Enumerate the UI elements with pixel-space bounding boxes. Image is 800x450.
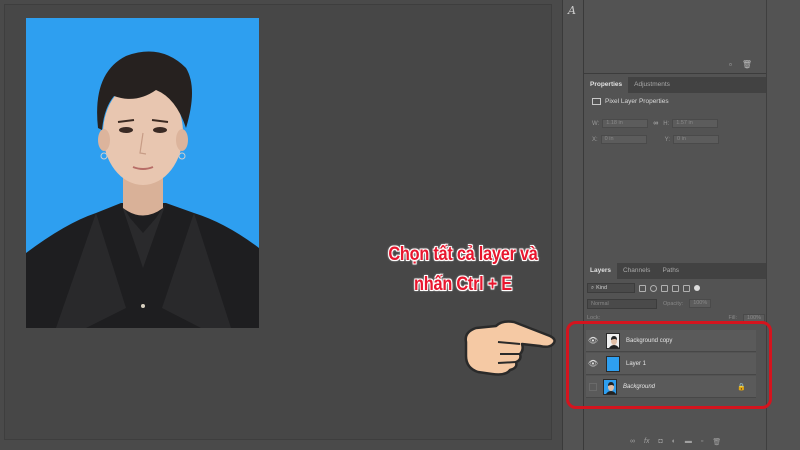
layers-footer: ∞ fx ◘ ◐ ▬ ▫ 🗑 xyxy=(630,438,721,446)
x-label: X: xyxy=(592,136,598,143)
adjustment-filter-icon[interactable] xyxy=(650,284,657,292)
properties-panel: Pixel Layer Properties W: 1.18 in ∞ H: 1… xyxy=(584,93,766,253)
height-field[interactable]: 1.57 in xyxy=(672,119,719,128)
opacity-field[interactable]: 100% xyxy=(689,299,712,308)
w-label: W: xyxy=(592,120,600,127)
search-icon: ⌕ xyxy=(591,285,595,291)
instruction-line-1: Chọn tất cả layer và xyxy=(388,244,538,265)
layers-tabbar: Layers Channels Paths xyxy=(584,263,766,279)
kind-filter-select[interactable]: ⌕ Kind xyxy=(587,283,635,293)
properties-title: Pixel Layer Properties xyxy=(605,98,669,105)
opacity-label: Opacity: xyxy=(663,300,684,307)
properties-tabbar: Properties Adjustments xyxy=(584,77,766,93)
layer-filter-bar: ⌕ Kind xyxy=(587,282,765,294)
tab-properties[interactable]: Properties xyxy=(584,77,629,93)
pointing-hand-icon xyxy=(464,320,556,376)
canvas-area[interactable] xyxy=(0,0,562,450)
properties-header: Pixel Layer Properties xyxy=(592,98,669,105)
mask-icon[interactable]: ◘ xyxy=(658,438,662,446)
instruction-callout: Chọn tất cả layer và nhấn Ctrl + E xyxy=(368,240,559,300)
kind-label: Kind xyxy=(596,285,608,291)
pixel-layer-icon xyxy=(592,98,601,105)
h-label: H: xyxy=(663,120,670,127)
width-field[interactable]: 1.18 in xyxy=(602,119,649,128)
collapsed-top-panel: ▫ 🗑 xyxy=(584,0,766,74)
tab-layers[interactable]: Layers xyxy=(584,263,617,279)
trash-icon[interactable]: 🗑 xyxy=(742,60,752,69)
link-icon[interactable]: ∞ xyxy=(651,119,660,128)
character-panel-icon[interactable]: A xyxy=(568,4,576,17)
link-icon[interactable]: ∞ xyxy=(630,438,635,446)
position-row: X: 0 in Y: 0 in xyxy=(592,135,720,144)
y-field[interactable]: 0 in xyxy=(673,135,720,144)
new-layer-icon[interactable]: ▫ xyxy=(701,438,703,446)
portrait-image xyxy=(26,51,259,328)
document-canvas[interactable] xyxy=(26,18,259,328)
shape-filter-icon[interactable] xyxy=(672,284,679,292)
type-filter-icon[interactable] xyxy=(661,284,668,292)
y-label: Y: xyxy=(664,136,671,143)
filter-toggle-icon[interactable] xyxy=(694,285,700,291)
trash-icon[interactable]: 🗑 xyxy=(712,438,721,446)
folder-icon[interactable]: ▬ xyxy=(685,438,692,446)
layers-highlight-box xyxy=(566,321,772,409)
smart-filter-icon[interactable] xyxy=(683,284,690,292)
instruction-line-2: nhấn Ctrl + E xyxy=(414,274,512,295)
tab-channels[interactable]: Channels xyxy=(617,263,656,279)
fx-icon[interactable]: fx xyxy=(644,438,649,446)
blend-mode-select[interactable]: Normal xyxy=(587,298,657,309)
pixel-filter-icon[interactable] xyxy=(639,284,646,292)
width-row: W: 1.18 in ∞ H: 1.57 in xyxy=(592,119,719,128)
new-icon[interactable]: ▫ xyxy=(729,60,732,69)
blend-row: Normal Opacity: 100% xyxy=(587,298,765,309)
adjustment-icon[interactable]: ◐ xyxy=(672,438,676,446)
tab-adjustments[interactable]: Adjustments xyxy=(628,77,676,93)
x-field[interactable]: 0 in xyxy=(600,135,647,144)
tab-paths[interactable]: Paths xyxy=(656,263,685,279)
